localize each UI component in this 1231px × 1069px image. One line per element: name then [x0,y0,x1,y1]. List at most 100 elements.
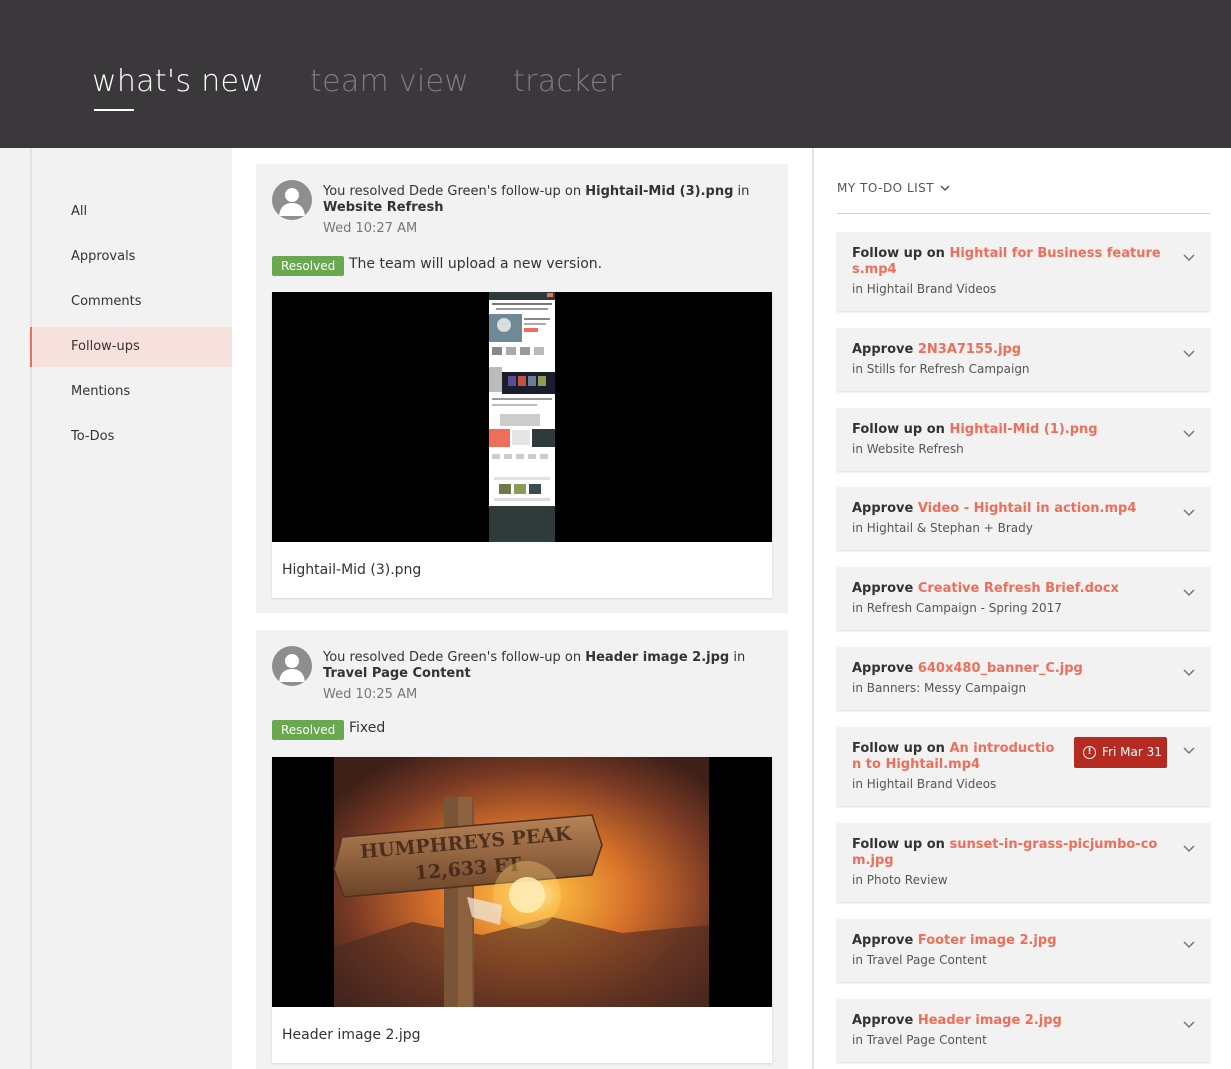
file-thumbnail[interactable]: HUMPHREYS PEAK 12,633 FT [272,757,772,1007]
todo-title: Approve Video - Hightail in action.mp4 [852,501,1162,517]
activity-timestamp: Wed 10:25 AM [323,687,418,702]
sidebar-item-approvals[interactable]: Approvals [30,237,232,277]
column-divider [812,148,814,1069]
todo-project: in Banners: Messy Campaign [852,681,1027,695]
chevron-down-icon[interactable] [1182,505,1196,519]
todo-title: Follow up on An introduction to Hightail… [852,741,1062,773]
todo-file-link[interactable]: 2N3A7155.jpg [918,342,1021,357]
todo-item[interactable]: Follow up on Hightail for Business featu… [837,232,1210,311]
activity-file-link[interactable]: Header image 2.jpg [585,650,729,665]
todo-action: Approve [852,581,918,596]
chevron-down-icon[interactable] [1182,937,1196,951]
active-tab-underline [94,109,134,111]
tab-tracker[interactable]: tracker [513,64,621,99]
user-icon [279,654,305,682]
activity-text: You resolved Dede Green's follow-up on H… [323,184,763,216]
tab-whats-new[interactable]: what's new [92,64,264,99]
todo-file-link[interactable]: Video - Hightail in action.mp4 [918,501,1137,516]
status-badge: Resolved [272,720,345,740]
todo-item[interactable]: Follow up on An introduction to Hightail… [837,727,1210,806]
due-date-text: Fri Mar 31 [1102,745,1162,759]
todo-item[interactable]: Approve 640x480_banner_C.jpg in Banners:… [837,647,1210,710]
todo-action: Approve [852,501,918,516]
todo-item[interactable]: Approve Video - Hightail in action.mp4 i… [837,487,1210,550]
feed-card: You resolved Dede Green's follow-up on H… [256,630,788,1069]
chevron-down-icon[interactable] [1182,250,1196,264]
activity-project-link[interactable]: Travel Page Content [323,666,471,681]
todo-file-link[interactable]: 640x480_banner_C.jpg [918,661,1083,676]
todo-title: Approve 640x480_banner_C.jpg [852,661,1162,677]
alert-icon: ! [1083,746,1096,759]
avatar[interactable] [272,646,312,686]
chevron-down-icon[interactable] [1182,585,1196,599]
todo-project: in Hightail & Stephan + Brady [852,521,1033,535]
todo-header-rule [837,213,1210,214]
chevron-down-icon [940,181,950,195]
file-preview-card[interactable]: HUMPHREYS PEAK 12,633 FT Header image 2.… [272,757,772,1063]
chevron-down-icon[interactable] [1182,1017,1196,1031]
chevron-down-icon[interactable] [1182,665,1196,679]
todo-item[interactable]: Approve Header image 2.jpg in Travel Pag… [837,999,1210,1062]
todo-project: in Stills for Refresh Campaign [852,362,1030,376]
user-icon [279,188,305,216]
due-date-badge: ! Fri Mar 31 [1074,737,1167,768]
file-caption[interactable]: Hightail-Mid (3).png [272,542,772,598]
todo-action: Approve [852,342,918,357]
sidebar-item-mentions[interactable]: Mentions [30,372,232,412]
status-badge: Resolved [272,256,345,276]
todo-project: in Hightail Brand Videos [852,777,997,791]
activity-timestamp: Wed 10:27 AM [323,221,418,236]
feed-card: You resolved Dede Green's follow-up on H… [256,164,788,613]
chevron-down-icon[interactable] [1182,346,1196,360]
sidebar-item-comments[interactable]: Comments [30,282,232,322]
file-caption[interactable]: Header image 2.jpg [272,1007,772,1063]
todo-item[interactable]: Follow up on sunset-in-grass-picjumbo-co… [837,823,1210,902]
chevron-down-icon[interactable] [1182,426,1196,440]
chevron-down-icon[interactable] [1182,841,1196,855]
todo-title: Approve Creative Refresh Brief.docx [852,581,1162,597]
todo-title: Approve Footer image 2.jpg [852,933,1162,949]
todo-item[interactable]: Approve Footer image 2.jpg in Travel Pag… [837,919,1210,982]
sidebar-item-to-dos[interactable]: To-Dos [30,417,232,457]
tab-team-view[interactable]: team view [310,64,469,99]
todo-project: in Photo Review [852,873,948,887]
todo-project: in Refresh Campaign - Spring 2017 [852,601,1062,615]
todo-file-link[interactable]: Creative Refresh Brief.docx [918,581,1119,596]
todo-title: Follow up on Hightail for Business featu… [852,246,1162,278]
todo-item[interactable]: Approve Creative Refresh Brief.docx in R… [837,567,1210,630]
todo-file-link[interactable]: Footer image 2.jpg [918,933,1057,948]
sidebar-item-follow-ups[interactable]: Follow-ups [30,327,232,367]
sidebar-item-all[interactable]: All [30,192,232,232]
todo-project: in Travel Page Content [852,1033,987,1047]
todo-file-link[interactable]: Header image 2.jpg [918,1013,1062,1028]
todo-list-title: MY TO-DO LIST [837,181,935,195]
activity-prefix: You resolved Dede Green's follow-up on [323,184,586,199]
todo-title: Approve Header image 2.jpg [852,1013,1162,1029]
todo-action: Approve [852,661,918,676]
todo-action: Follow up on [852,741,950,756]
todo-project: in Hightail Brand Videos [852,282,997,296]
chevron-down-icon[interactable] [1182,743,1196,757]
activity-file-link[interactable]: Hightail-Mid (3).png [585,184,733,199]
todo-action: Approve [852,933,918,948]
activity-text: You resolved Dede Green's follow-up on H… [323,650,763,682]
todo-title: Follow up on sunset-in-grass-picjumbo-co… [852,837,1162,869]
todo-list-dropdown[interactable]: MY TO-DO LIST [837,181,950,195]
avatar[interactable] [272,180,312,220]
file-preview-card[interactable]: Hightail-Mid (3).png [272,292,772,598]
todo-project: in Website Refresh [852,442,964,456]
activity-in: in [729,650,746,665]
todo-item[interactable]: Follow up on Hightail-Mid (1).png in Web… [837,408,1210,471]
sunset-signpost-image: HUMPHREYS PEAK 12,633 FT [272,757,772,1007]
activity-prefix: You resolved Dede Green's follow-up on [323,650,586,665]
todo-action: Follow up on [852,837,950,852]
todo-item[interactable]: Approve 2N3A7155.jpg in Stills for Refre… [837,328,1210,391]
todo-file-link[interactable]: Hightail-Mid (1).png [949,422,1097,437]
todo-title: Follow up on Hightail-Mid (1).png [852,422,1162,438]
todo-action: Approve [852,1013,918,1028]
webpage-thumbnail-image [272,292,772,542]
todo-action: Follow up on [852,246,950,261]
todo-action: Follow up on [852,422,950,437]
activity-project-link[interactable]: Website Refresh [323,200,443,215]
file-thumbnail[interactable] [272,292,772,542]
